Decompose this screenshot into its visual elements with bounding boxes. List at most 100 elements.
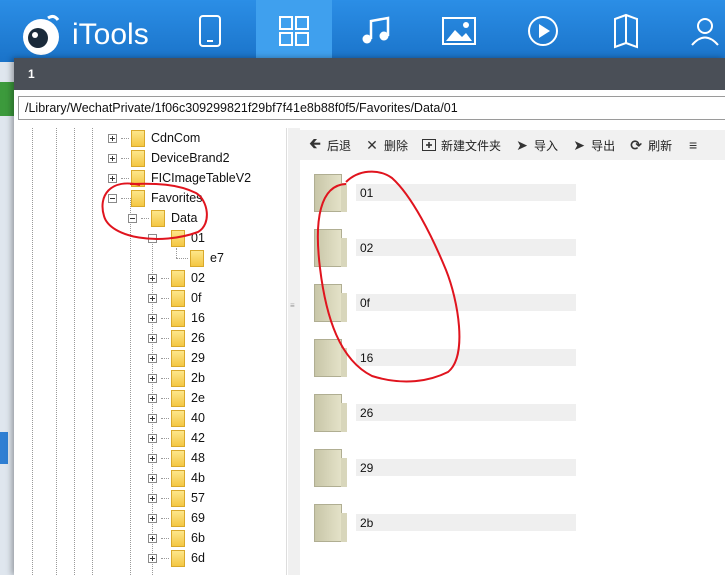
more-button[interactable]: ≡ (686, 137, 705, 153)
tree-item[interactable]: FICImageTableV2 (108, 168, 251, 188)
tree-item[interactable]: 2e (148, 388, 205, 408)
folder-icon (190, 249, 204, 267)
expand-toggle-icon[interactable] (148, 473, 157, 483)
file-name-field: 02 (356, 239, 576, 256)
expand-toggle-icon[interactable] (148, 493, 157, 503)
refresh-icon: ⟳ (630, 136, 642, 153)
file-item[interactable]: 16 (314, 339, 576, 394)
expand-toggle-icon[interactable] (148, 433, 157, 443)
import-button[interactable]: ➤ 导入 (515, 137, 558, 154)
splitter-grip-icon[interactable]: ≡ (290, 302, 298, 312)
expand-toggle-icon[interactable] (148, 333, 157, 343)
tree-item[interactable]: 29 (148, 348, 205, 368)
back-button[interactable]: 🡰 后退 (308, 135, 352, 154)
file-item[interactable]: 02 (314, 229, 576, 284)
nav-tab-music[interactable] (338, 0, 414, 62)
tree-item[interactable]: CdnCom (108, 128, 200, 148)
file-item[interactable]: 01 (314, 174, 576, 229)
new-folder-button[interactable]: 新建文件夹 (422, 137, 501, 154)
tree-item[interactable]: 02 (148, 268, 205, 288)
back-label: 后退 (327, 138, 352, 153)
file-item[interactable]: 0f (314, 284, 576, 339)
tree-item-label: 01 (191, 231, 205, 245)
tree-item[interactable]: 48 (148, 448, 205, 468)
pane-splitter[interactable]: ≡ (288, 128, 300, 575)
book-icon (614, 13, 638, 49)
expand-toggle-icon[interactable] (148, 413, 157, 423)
tree-item-data[interactable]: Data (128, 208, 197, 228)
expand-toggle-icon[interactable] (148, 513, 157, 523)
tree-item[interactable]: 2b (148, 368, 205, 388)
tree-item[interactable]: DeviceBrand2 (108, 148, 230, 168)
file-item[interactable]: 29 (314, 449, 576, 504)
file-item[interactable]: 2b (314, 504, 576, 559)
expand-toggle-icon[interactable] (148, 533, 157, 543)
file-name-field: 16 (356, 349, 576, 366)
expand-toggle-icon[interactable] (148, 273, 157, 283)
expand-toggle-icon[interactable] (148, 553, 157, 563)
tree-item[interactable]: 40 (148, 408, 205, 428)
tree-connector (161, 517, 169, 519)
file-name: 16 (360, 351, 374, 365)
tree-connector (161, 437, 169, 439)
expand-toggle-icon[interactable] (148, 393, 157, 403)
nav-tab-device[interactable] (172, 0, 248, 62)
apps-grid-icon (279, 16, 309, 46)
expand-toggle-icon[interactable] (108, 173, 117, 183)
nav-tab-photos[interactable] (421, 0, 497, 62)
expand-toggle-icon[interactable] (108, 153, 117, 163)
tree-connector (161, 357, 169, 359)
expand-toggle-icon[interactable] (148, 293, 157, 303)
collapse-toggle-icon[interactable] (108, 193, 117, 203)
nav-tab-books[interactable] (588, 0, 664, 62)
nav-tab-apps[interactable] (256, 0, 332, 62)
tree-item-label: 40 (191, 411, 205, 425)
nav-tab-account[interactable] (674, 0, 725, 62)
folder-icon (171, 449, 185, 467)
tree-item[interactable]: 16 (148, 308, 205, 328)
expand-toggle-icon[interactable] (108, 133, 117, 143)
folder-icon (314, 174, 347, 212)
app-header: iTools (0, 0, 725, 62)
collapse-toggle-icon[interactable] (148, 233, 157, 243)
phone-icon (199, 15, 221, 47)
import-arrow-icon: ➤ (516, 136, 528, 153)
tree-item-label: CdnCom (151, 131, 201, 145)
expand-toggle-icon[interactable] (148, 353, 157, 363)
path-input[interactable] (25, 98, 715, 118)
tree-item-e7[interactable]: e7 (176, 248, 224, 268)
tree-connector (161, 377, 169, 379)
tree-item[interactable]: 6b (148, 528, 205, 548)
folder-icon (314, 229, 347, 267)
tree-connector (121, 197, 129, 199)
background-window-fragment (0, 82, 14, 116)
tree-item-01[interactable]: 01 (148, 228, 205, 248)
expand-toggle-icon[interactable] (148, 313, 157, 323)
tree-item-favorites[interactable]: Favorites (108, 188, 202, 208)
tree-item[interactable]: 0f (148, 288, 201, 308)
nav-tab-video[interactable] (505, 0, 581, 62)
tree-connector (161, 317, 169, 319)
tree-item[interactable]: 42 (148, 428, 205, 448)
toolbar: 🡰 后退 ✕ 删除 新建文件夹 ➤ 导入 ➤ 导出 ⟳ 刷新 ≡ (300, 130, 725, 160)
expand-toggle-icon[interactable] (148, 453, 157, 463)
expand-toggle-icon[interactable] (148, 373, 157, 383)
dialog-titlebar[interactable]: 1 (14, 58, 725, 90)
tree-connector (161, 277, 169, 279)
tree-connector (161, 397, 169, 399)
file-item[interactable]: 26 (314, 394, 576, 449)
play-icon (528, 16, 558, 46)
tree-scrollbar[interactable] (270, 128, 286, 575)
refresh-button[interactable]: ⟳ 刷新 (629, 137, 672, 154)
delete-button[interactable]: ✕ 删除 (365, 137, 408, 154)
tree-item[interactable]: 6d (148, 548, 205, 568)
tree-item[interactable]: 26 (148, 328, 205, 348)
tree-item[interactable]: 4b (148, 468, 205, 488)
export-button[interactable]: ➤ 导出 (572, 137, 615, 154)
collapse-toggle-icon[interactable] (128, 213, 137, 223)
user-icon (691, 18, 719, 46)
tree-item[interactable]: 69 (148, 508, 205, 528)
tree-item-label: Favorites (151, 191, 203, 205)
folder-icon (171, 269, 185, 287)
tree-item[interactable]: 57 (148, 488, 205, 508)
